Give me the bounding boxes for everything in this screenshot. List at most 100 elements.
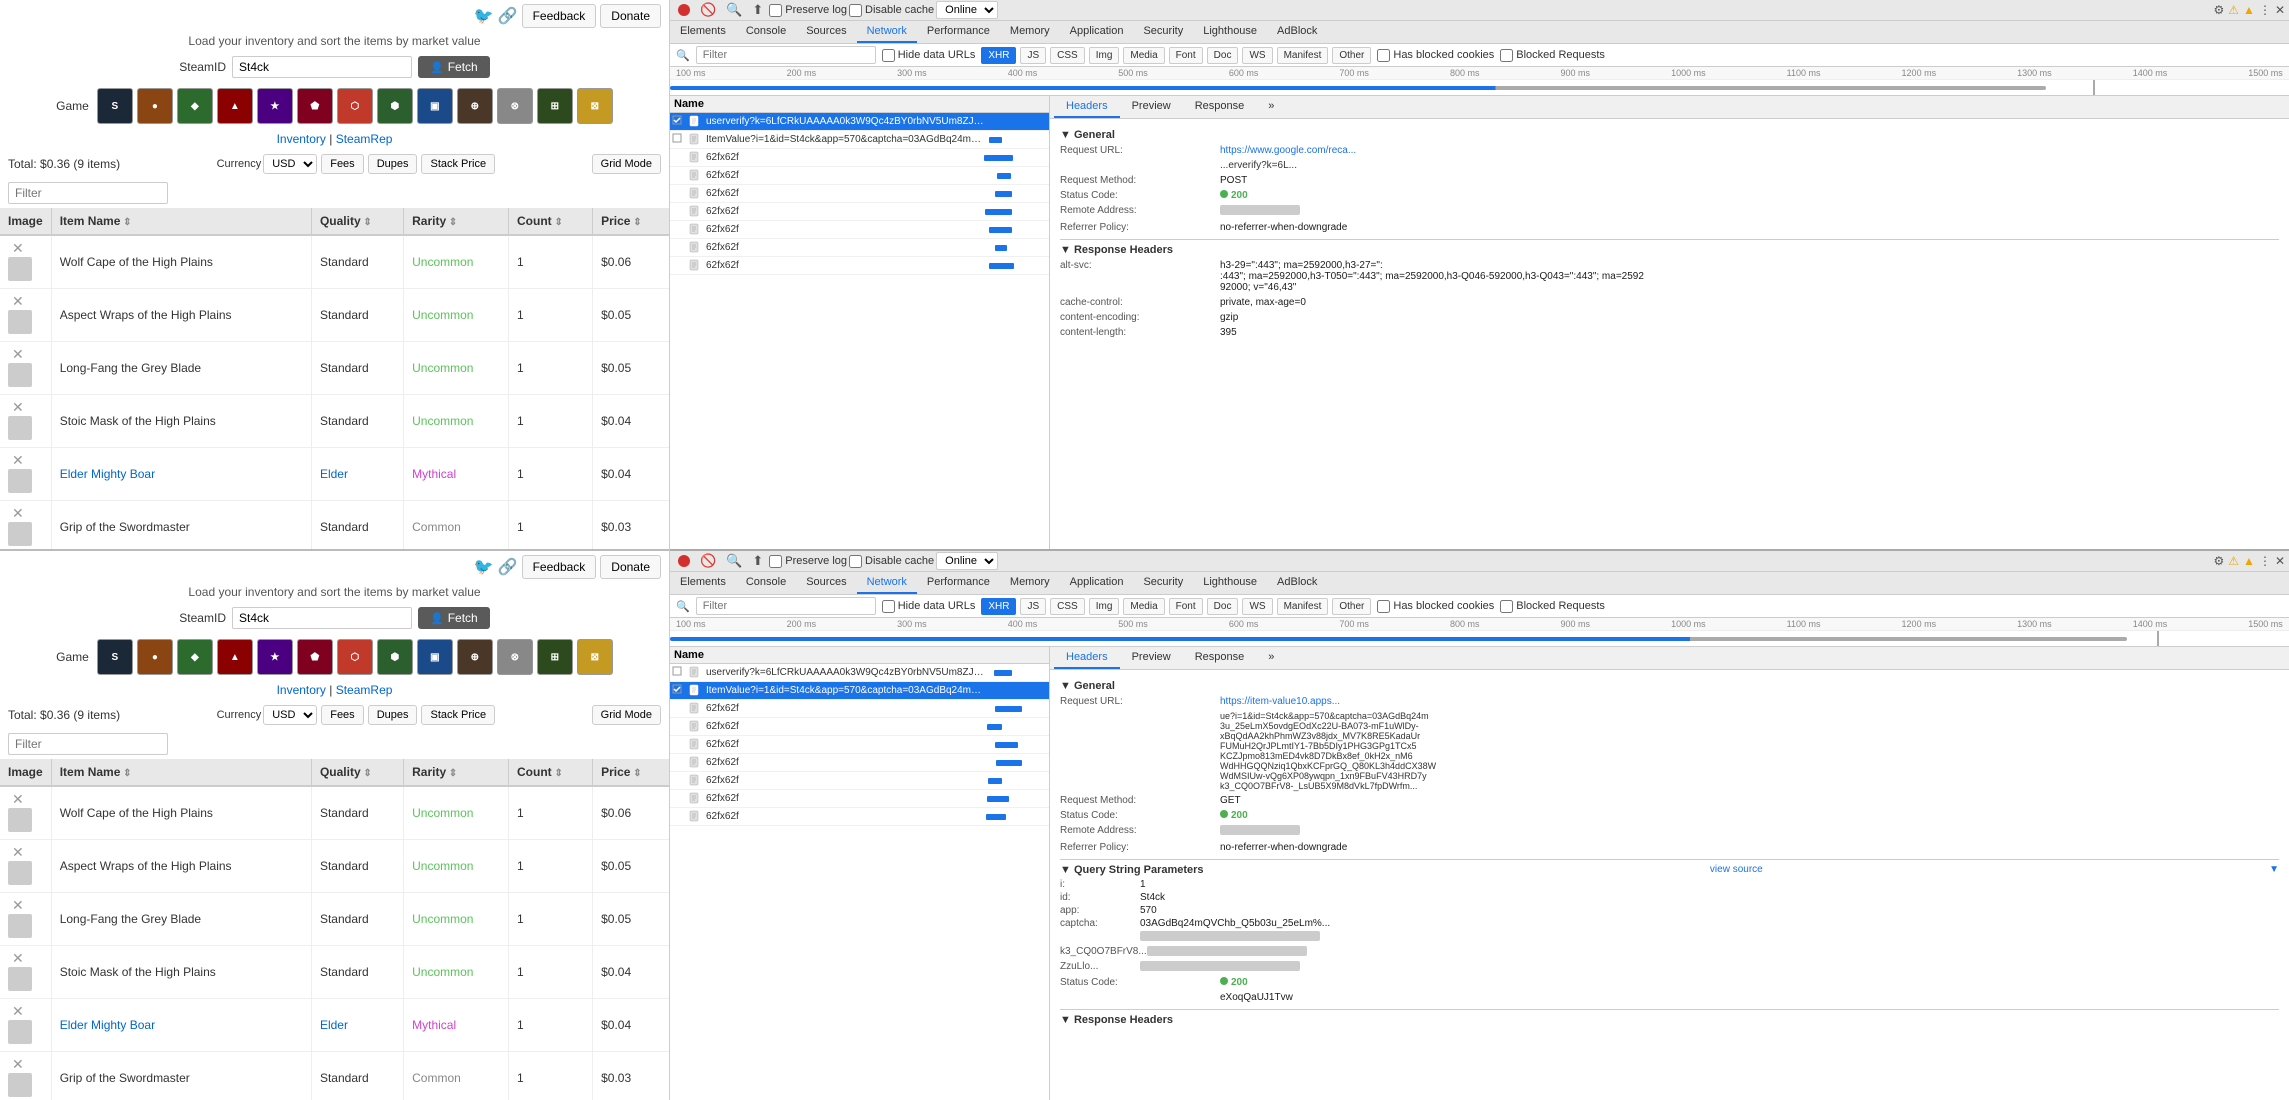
game-icon-8-b[interactable]: ⬢ <box>377 639 413 675</box>
chip-font-top[interactable]: Font <box>1169 47 1203 64</box>
details-tab-response-top[interactable]: Response <box>1183 96 1257 118</box>
clear-button-top[interactable]: 🚫 <box>696 0 720 20</box>
more-icon-bottom[interactable]: ⋮ <box>2259 554 2271 568</box>
has-blocked-cookies-top[interactable]: Has blocked cookies <box>1377 49 1494 62</box>
tab-network-bottom[interactable]: Network <box>857 572 917 594</box>
preserve-log-checkbox-bottom[interactable] <box>769 555 782 568</box>
tab-performance-bottom[interactable]: Performance <box>917 572 1000 594</box>
net-list-item[interactable]: 62fx62f <box>670 167 1049 185</box>
remove-item-button[interactable]: ✕ <box>8 1003 28 1020</box>
net-list-item[interactable]: 62fx62f <box>670 808 1049 826</box>
filter-input-bottom[interactable] <box>8 733 168 755</box>
col-rarity-top[interactable]: Rarity <box>404 208 509 235</box>
view-source-link-bottom[interactable]: view source <box>1710 864 1763 876</box>
chip-ws-top[interactable]: WS <box>1242 47 1272 64</box>
chip-doc-top[interactable]: Doc <box>1207 47 1239 64</box>
net-list-item[interactable]: 62fx62f <box>670 736 1049 754</box>
game-icon-3-b[interactable]: ◆ <box>177 639 213 675</box>
fees-button-top[interactable]: Fees <box>321 154 363 174</box>
remove-item-button[interactable]: ✕ <box>8 1056 28 1073</box>
dupes-button-bottom[interactable]: Dupes <box>368 705 418 725</box>
tab-adblock-bottom[interactable]: AdBlock <box>1267 572 1327 594</box>
net-list-item[interactable]: userverify?k=6LfCRkUAAAAA0k3W9Qc4zBY0rbN… <box>670 664 1049 682</box>
net-list-item[interactable]: 62fx62f <box>670 221 1049 239</box>
chip-doc-bottom[interactable]: Doc <box>1207 598 1239 615</box>
import-icon-bottom[interactable]: ⬆ <box>748 551 767 571</box>
game-icon-6[interactable]: ⬟ <box>297 88 333 124</box>
filter-icon-bottom-dt[interactable]: 🔍 <box>722 551 746 571</box>
chip-img-bottom[interactable]: Img <box>1089 598 1120 615</box>
net-list-item[interactable]: 62fx62f <box>670 754 1049 772</box>
preserve-log-label-top[interactable]: Preserve log <box>769 4 847 17</box>
net-list-item[interactable]: 62fx62f <box>670 239 1049 257</box>
donate-button-bottom[interactable]: Donate <box>600 555 661 579</box>
net-list-item[interactable]: userverify?k=6LfCRkUAAAAA0k3W9Qc4zBY0rbN… <box>670 113 1049 131</box>
game-icon-11-b[interactable]: ⊗ <box>497 639 533 675</box>
disable-cache-label-bottom[interactable]: Disable cache <box>849 555 934 568</box>
item-name-link[interactable]: Elder Mighty Boar <box>60 467 155 481</box>
chip-media-bottom[interactable]: Media <box>1123 598 1164 615</box>
disable-cache-checkbox-top[interactable] <box>849 4 862 17</box>
chip-img-top[interactable]: Img <box>1089 47 1120 64</box>
details-tab-headers-top[interactable]: Headers <box>1054 96 1120 118</box>
grid-mode-button-top[interactable]: Grid Mode <box>592 154 661 174</box>
settings-icon-bottom[interactable]: ⚙ <box>2214 554 2225 568</box>
fees-button-bottom[interactable]: Fees <box>321 705 363 725</box>
twitter-icon-bottom[interactable]: 🐦 <box>474 557 494 577</box>
preserve-log-checkbox-top[interactable] <box>769 4 782 17</box>
net-list-item[interactable]: 62fx62f <box>670 257 1049 275</box>
chip-js-top[interactable]: JS <box>1020 47 1046 64</box>
more-icon-top[interactable]: ⋮ <box>2259 3 2271 17</box>
col-rarity-bottom[interactable]: Rarity <box>404 759 509 786</box>
hide-data-urls-top[interactable]: Hide data URLs <box>882 49 976 62</box>
steamid-input-top[interactable] <box>232 56 412 78</box>
col-price-top[interactable]: Price <box>593 208 669 235</box>
game-icon-10[interactable]: ⊕ <box>457 88 493 124</box>
tab-network-top[interactable]: Network <box>857 21 917 43</box>
game-icon-5-b[interactable]: ★ <box>257 639 293 675</box>
preserve-log-label-bottom[interactable]: Preserve log <box>769 555 847 568</box>
details-tab-preview-top[interactable]: Preview <box>1120 96 1183 118</box>
chip-css-bottom[interactable]: CSS <box>1050 598 1085 615</box>
chip-other-top[interactable]: Other <box>1332 47 1371 64</box>
online-select-bottom[interactable]: Online <box>936 552 998 570</box>
grid-mode-button-bottom[interactable]: Grid Mode <box>592 705 661 725</box>
details-tab-response-bottom[interactable]: Response <box>1183 647 1257 669</box>
net-list-item[interactable]: 62fx62f <box>670 700 1049 718</box>
tab-security-top[interactable]: Security <box>1133 21 1193 43</box>
filter-input-net-top[interactable] <box>696 46 876 64</box>
chip-ws-bottom[interactable]: WS <box>1242 598 1272 615</box>
remove-item-button[interactable]: ✕ <box>8 240 28 257</box>
net-list-item[interactable]: ItemValue?i=1&id=St4ck&app=570&captcha=0… <box>670 131 1049 149</box>
chip-manifest-bottom[interactable]: Manifest <box>1277 598 1329 615</box>
col-price-bottom[interactable]: Price <box>593 759 669 786</box>
game-icon-6-b[interactable]: ⬟ <box>297 639 333 675</box>
filter-input-net-bottom[interactable] <box>696 597 876 615</box>
tab-application-top[interactable]: Application <box>1060 21 1134 43</box>
steamid-input-bottom[interactable] <box>232 607 412 629</box>
net-list-item[interactable]: ItemValue?i=1&id=St4ck&app=570&captcha=0… <box>670 682 1049 700</box>
game-icon-13[interactable]: ⊠ <box>577 88 613 124</box>
col-image-bottom[interactable]: Image <box>0 759 51 786</box>
game-icon-7[interactable]: ⬡ <box>337 88 373 124</box>
twitter-icon[interactable]: 🐦 <box>474 6 494 26</box>
online-select-top[interactable]: Online <box>936 1 998 19</box>
import-icon-top[interactable]: ⬆ <box>748 0 767 20</box>
game-icon-8[interactable]: ⬢ <box>377 88 413 124</box>
clear-button-bottom[interactable]: 🚫 <box>696 551 720 571</box>
disable-cache-label-top[interactable]: Disable cache <box>849 4 934 17</box>
chip-font-bottom[interactable]: Font <box>1169 598 1203 615</box>
remove-item-button[interactable]: ✕ <box>8 505 28 522</box>
net-list-item[interactable]: 62fx62f <box>670 203 1049 221</box>
game-icon-12-b[interactable]: ⊞ <box>537 639 573 675</box>
dupes-button-top[interactable]: Dupes <box>368 154 418 174</box>
has-blocked-cookies-bottom[interactable]: Has blocked cookies <box>1377 600 1494 613</box>
steamrep-link-top[interactable]: SteamRep <box>336 132 393 146</box>
tab-application-bottom[interactable]: Application <box>1060 572 1134 594</box>
col-count-bottom[interactable]: Count <box>509 759 593 786</box>
filter-input-top[interactable] <box>8 182 168 204</box>
tab-elements-top[interactable]: Elements <box>670 21 736 43</box>
col-quality-bottom[interactable]: Quality <box>311 759 403 786</box>
details-tab-headers-bottom[interactable]: Headers <box>1054 647 1120 669</box>
blocked-requests-bottom[interactable]: Blocked Requests <box>1500 600 1605 613</box>
